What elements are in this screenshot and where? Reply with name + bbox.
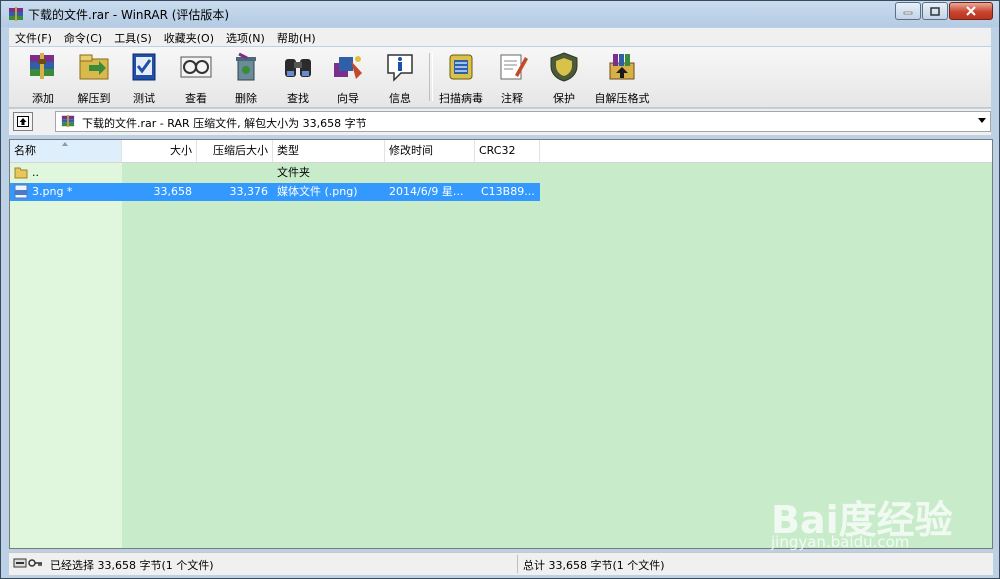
extract-to-label: 解压到 xyxy=(77,92,111,105)
view-button[interactable]: 查看 xyxy=(173,51,219,105)
status-divider xyxy=(517,555,518,573)
address-combo[interactable]: 下载的文件.rar - RAR 压缩文件, 解包大小为 33,658 字节 xyxy=(55,111,991,132)
status-selected: 已经选择 33,658 字节(1 个文件) xyxy=(50,559,214,572)
find-label: 查找 xyxy=(287,92,309,105)
info-button[interactable]: 信息 xyxy=(377,51,423,105)
file-type: 文件夹 xyxy=(277,166,310,179)
add-button[interactable]: 添加 xyxy=(17,51,69,105)
file-name: 3.png * xyxy=(32,185,73,198)
close-icon xyxy=(966,6,976,16)
scan-virus-icon xyxy=(449,54,473,80)
sfx-label: 自解压格式 xyxy=(594,92,650,105)
find-icon xyxy=(285,59,311,77)
view-icon xyxy=(180,56,212,78)
winrar-app-icon xyxy=(9,7,23,21)
test-label: 测试 xyxy=(133,92,155,105)
table-row-selected[interactable]: 3.png * 33,658 33,376 媒体文件 (.png) 2014/6… xyxy=(10,183,540,201)
table-row[interactable]: .. 文件夹 xyxy=(10,164,540,182)
scan-virus-button[interactable]: 扫描病毒 xyxy=(435,51,487,105)
scan-virus-label: 扫描病毒 xyxy=(439,92,483,105)
delete-label: 删除 xyxy=(235,92,257,105)
info-icon xyxy=(387,54,413,82)
comment-icon xyxy=(500,54,528,80)
winrar-window: 下载的文件.rar - WinRAR (评估版本) 文件(F) 命令(C) 工具(S… xyxy=(0,0,1000,579)
column-modified[interactable]: 修改时间 xyxy=(385,140,475,162)
column-size[interactable]: 大小 xyxy=(122,140,197,162)
wizard-label: 向导 xyxy=(337,92,359,105)
info-label: 信息 xyxy=(389,92,411,105)
column-size-label: 大小 xyxy=(170,144,192,157)
file-name: .. xyxy=(32,166,39,179)
maximize-button[interactable] xyxy=(922,2,948,20)
list-header: 名称 大小 压缩后大小 类型 修改时间 CRC32 xyxy=(10,140,992,163)
address-bar: 下载的文件.rar - RAR 压缩文件, 解包大小为 33,658 字节 xyxy=(9,109,991,135)
rar-archive-icon xyxy=(61,114,75,128)
maximize-icon xyxy=(930,6,940,16)
menu-bar: 文件(F) 命令(C) 工具(S) 收藏夹(O) 选项(N) 帮助(H) xyxy=(9,28,991,46)
minimize-button[interactable] xyxy=(895,2,921,20)
sfx-icon xyxy=(609,54,635,80)
file-packed-size: 33,376 xyxy=(229,185,269,198)
protect-icon xyxy=(550,52,578,82)
protect-label: 保护 xyxy=(553,92,575,105)
baidu-watermark: Bai度经验 jingyan.baidu.com xyxy=(771,475,971,565)
name-column-highlight xyxy=(10,162,122,548)
file-crc32: C13B89... xyxy=(481,185,535,198)
comment-button[interactable]: 注释 xyxy=(491,51,533,105)
menu-file[interactable]: 文件(F) xyxy=(9,28,58,46)
find-button[interactable]: 查找 xyxy=(275,51,321,105)
extract-to-icon xyxy=(79,54,109,80)
minimize-icon xyxy=(903,11,913,15)
test-icon xyxy=(132,53,156,81)
address-text: 下载的文件.rar - RAR 压缩文件, 解包大小为 33,658 字节 xyxy=(82,117,367,130)
sfx-button[interactable]: 自解压格式 xyxy=(593,51,651,105)
column-type-label: 类型 xyxy=(277,144,299,157)
up-arrow-icon xyxy=(17,116,29,127)
menu-favorites[interactable]: 收藏夹(O) xyxy=(158,28,220,46)
protect-button[interactable]: 保护 xyxy=(543,51,585,105)
dropdown-arrow-icon[interactable] xyxy=(978,118,986,123)
up-folder-button[interactable] xyxy=(13,112,33,131)
menu-commands[interactable]: 命令(C) xyxy=(58,28,108,46)
wizard-button[interactable]: 向导 xyxy=(325,51,371,105)
file-size: 33,658 xyxy=(153,185,193,198)
watermark-url: jingyan.baidu.com xyxy=(771,533,910,551)
column-packed-label: 压缩后大小 xyxy=(213,144,268,157)
add-label: 添加 xyxy=(32,92,54,105)
comment-label: 注释 xyxy=(501,92,523,105)
column-crc32-label: CRC32 xyxy=(479,144,516,157)
file-type: 媒体文件 (.png) xyxy=(277,185,358,198)
toolbar-separator xyxy=(429,53,433,101)
menu-options[interactable]: 选项(N) xyxy=(220,28,271,46)
test-button[interactable]: 测试 xyxy=(121,51,167,105)
wizard-icon xyxy=(334,56,362,79)
view-label: 查看 xyxy=(185,92,207,105)
png-file-icon xyxy=(14,184,28,199)
extract-to-button[interactable]: 解压到 xyxy=(71,51,117,105)
add-archive-icon xyxy=(30,53,54,79)
file-packed-size xyxy=(197,164,268,182)
title-bar[interactable]: 下载的文件.rar - WinRAR (评估版本) xyxy=(1,1,999,27)
column-name-label: 名称 xyxy=(14,144,36,157)
column-packed[interactable]: 压缩后大小 xyxy=(197,140,273,162)
folder-icon xyxy=(14,167,28,179)
window-title: 下载的文件.rar - WinRAR (评估版本) xyxy=(28,8,230,22)
column-modified-label: 修改时间 xyxy=(389,144,433,157)
menu-help[interactable]: 帮助(H) xyxy=(271,28,322,46)
delete-icon xyxy=(236,52,256,81)
file-modified: 2014/6/9 星... xyxy=(389,185,464,198)
drive-key-icon xyxy=(13,558,42,568)
status-total: 总计 33,658 字节(1 个文件) xyxy=(523,559,665,572)
delete-button[interactable]: 删除 xyxy=(223,51,269,105)
column-crc32[interactable]: CRC32 xyxy=(475,140,540,162)
column-name[interactable]: 名称 xyxy=(10,140,122,162)
sort-ascending-icon xyxy=(62,142,68,146)
menu-tools[interactable]: 工具(S) xyxy=(108,28,158,46)
file-size xyxy=(122,164,192,182)
close-button[interactable] xyxy=(949,2,993,20)
column-type[interactable]: 类型 xyxy=(273,140,385,162)
toolbar: 添加 解压到 测试 查看 删除 查找 向导 信息 扫描病毒 注释 保护 自解压格… xyxy=(9,47,991,108)
